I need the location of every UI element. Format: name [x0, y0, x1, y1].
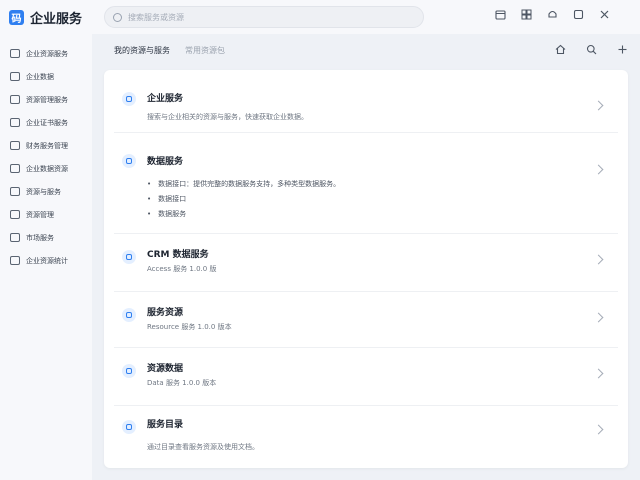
- row-desc: Access 服务 1.0.0 版: [147, 265, 217, 273]
- sidebar-item[interactable]: 企业资源服务: [0, 42, 92, 65]
- row-bullet: 数据接口: [147, 194, 186, 204]
- app-logo[interactable]: 码 企业服务: [9, 8, 82, 27]
- sidebar-item[interactable]: 企业资源统计: [0, 249, 92, 272]
- calendar-icon[interactable]: [495, 9, 506, 20]
- row-desc: Resource 服务 1.0.0 版本: [147, 323, 232, 331]
- search-placeholder: 搜索服务或资源: [128, 12, 184, 22]
- row-bullet: 数据服务: [147, 209, 186, 219]
- service-icon: [122, 250, 136, 264]
- sidebar-item[interactable]: 财务服务管理: [0, 134, 92, 157]
- sidebar-item[interactable]: 企业数据: [0, 65, 92, 88]
- stats-icon: [10, 256, 20, 265]
- sidebar-item-label: 资源管理服务: [26, 95, 68, 104]
- sidebar-item[interactable]: 企业证书服务: [0, 111, 92, 134]
- sidebar-item[interactable]: 市场服务: [0, 226, 92, 249]
- chevron-right-icon[interactable]: [593, 254, 604, 265]
- search-icon[interactable]: [586, 44, 597, 55]
- sidebar-item[interactable]: 资源管理服务: [0, 88, 92, 111]
- row-bullet: 数据接口：提供完整的数据服务支持，多种类型数据服务。: [147, 179, 340, 189]
- window-icon[interactable]: [573, 9, 584, 20]
- service-icon: [122, 154, 136, 168]
- home-icon[interactable]: [555, 44, 566, 55]
- list-item[interactable]: 服务目录 通过目录查看服务资源及使用文档。: [114, 406, 618, 466]
- row-title: 资源数据: [147, 364, 184, 374]
- list-item[interactable]: 数据服务 数据接口：提供完整的数据服务支持，多种类型数据服务。 数据接口 数据服…: [114, 133, 618, 234]
- folder-icon: [10, 210, 20, 219]
- sidebar-item-label: 企业数据: [26, 72, 54, 81]
- sidebar-item-label: 市场服务: [26, 233, 54, 242]
- chevron-right-icon[interactable]: [593, 312, 604, 323]
- row-title: 数据服务: [147, 157, 184, 167]
- service-icon: [122, 92, 136, 106]
- sidebar-item[interactable]: 企业数据资源: [0, 157, 92, 180]
- tab-common-packages[interactable]: 常用资源包: [185, 45, 225, 56]
- service-icon: [122, 308, 136, 322]
- list-item[interactable]: 资源数据 Data 服务 1.0.0 版本: [114, 348, 618, 406]
- row-title: 服务目录: [147, 420, 184, 430]
- top-bar: 码 企业服务 搜索服务或资源: [0, 0, 640, 34]
- sidebar: 企业资源服务 企业数据 资源管理服务 企业证书服务 财务服务管理 企业数据资源 …: [0, 34, 92, 480]
- sidebar-item-label: 企业资源服务: [26, 49, 68, 58]
- service-icon: [122, 420, 136, 434]
- chevron-right-icon[interactable]: [593, 164, 604, 175]
- sidebar-item-label: 企业资源统计: [26, 256, 68, 265]
- tab-my-resources[interactable]: 我的资源与服务: [114, 45, 170, 56]
- search-icon: [113, 12, 122, 22]
- sidebar-item[interactable]: 资源管理: [0, 203, 92, 226]
- app-title: 企业服务: [30, 12, 83, 27]
- service-icon: [122, 364, 136, 378]
- list-item[interactable]: 企业服务 搜索与企业相关的资源与服务，快速获取企业数据。: [114, 70, 618, 133]
- row-title: 服务资源: [147, 308, 184, 318]
- doc-icon: [10, 72, 20, 81]
- sidebar-item-label: 财务服务管理: [26, 141, 68, 150]
- sidebar-item[interactable]: 资源与服务: [0, 180, 92, 203]
- row-desc: 搜索与企业相关的资源与服务，快速获取企业数据。: [147, 113, 308, 121]
- sidebar-item-label: 资源管理: [26, 210, 54, 219]
- row-title: 企业服务: [147, 94, 184, 104]
- add-icon[interactable]: [617, 44, 628, 55]
- search-input[interactable]: 搜索服务或资源: [104, 6, 424, 28]
- row-desc: 通过目录查看服务资源及使用文档。: [147, 443, 259, 451]
- link-icon: [10, 187, 20, 196]
- list-item[interactable]: CRM 数据服务 Access 服务 1.0.0 版: [114, 234, 618, 292]
- db-icon: [10, 49, 20, 58]
- row-title: CRM 数据服务: [147, 250, 209, 260]
- sidebar-item-label: 企业数据资源: [26, 164, 68, 173]
- sidebar-item-label: 资源与服务: [26, 187, 61, 196]
- close-icon[interactable]: [599, 9, 610, 20]
- chevron-right-icon[interactable]: [593, 368, 604, 379]
- db-icon: [10, 164, 20, 173]
- chart-icon: [10, 141, 20, 150]
- market-icon: [10, 233, 20, 242]
- chevron-right-icon[interactable]: [593, 424, 604, 435]
- cert-icon: [10, 118, 20, 127]
- box-icon: [10, 95, 20, 104]
- grid-icon[interactable]: [521, 9, 532, 20]
- row-desc: Data 服务 1.0.0 版本: [147, 379, 217, 387]
- logo-icon: 码: [9, 10, 24, 25]
- bell-icon[interactable]: [547, 9, 558, 20]
- service-list-card: 企业服务 搜索与企业相关的资源与服务，快速获取企业数据。 数据服务 数据接口：提…: [104, 70, 628, 468]
- sidebar-item-label: 企业证书服务: [26, 118, 68, 127]
- chevron-right-icon[interactable]: [593, 100, 604, 111]
- list-item[interactable]: 服务资源 Resource 服务 1.0.0 版本: [114, 292, 618, 348]
- main-header: 我的资源与服务 常用资源包: [92, 34, 640, 64]
